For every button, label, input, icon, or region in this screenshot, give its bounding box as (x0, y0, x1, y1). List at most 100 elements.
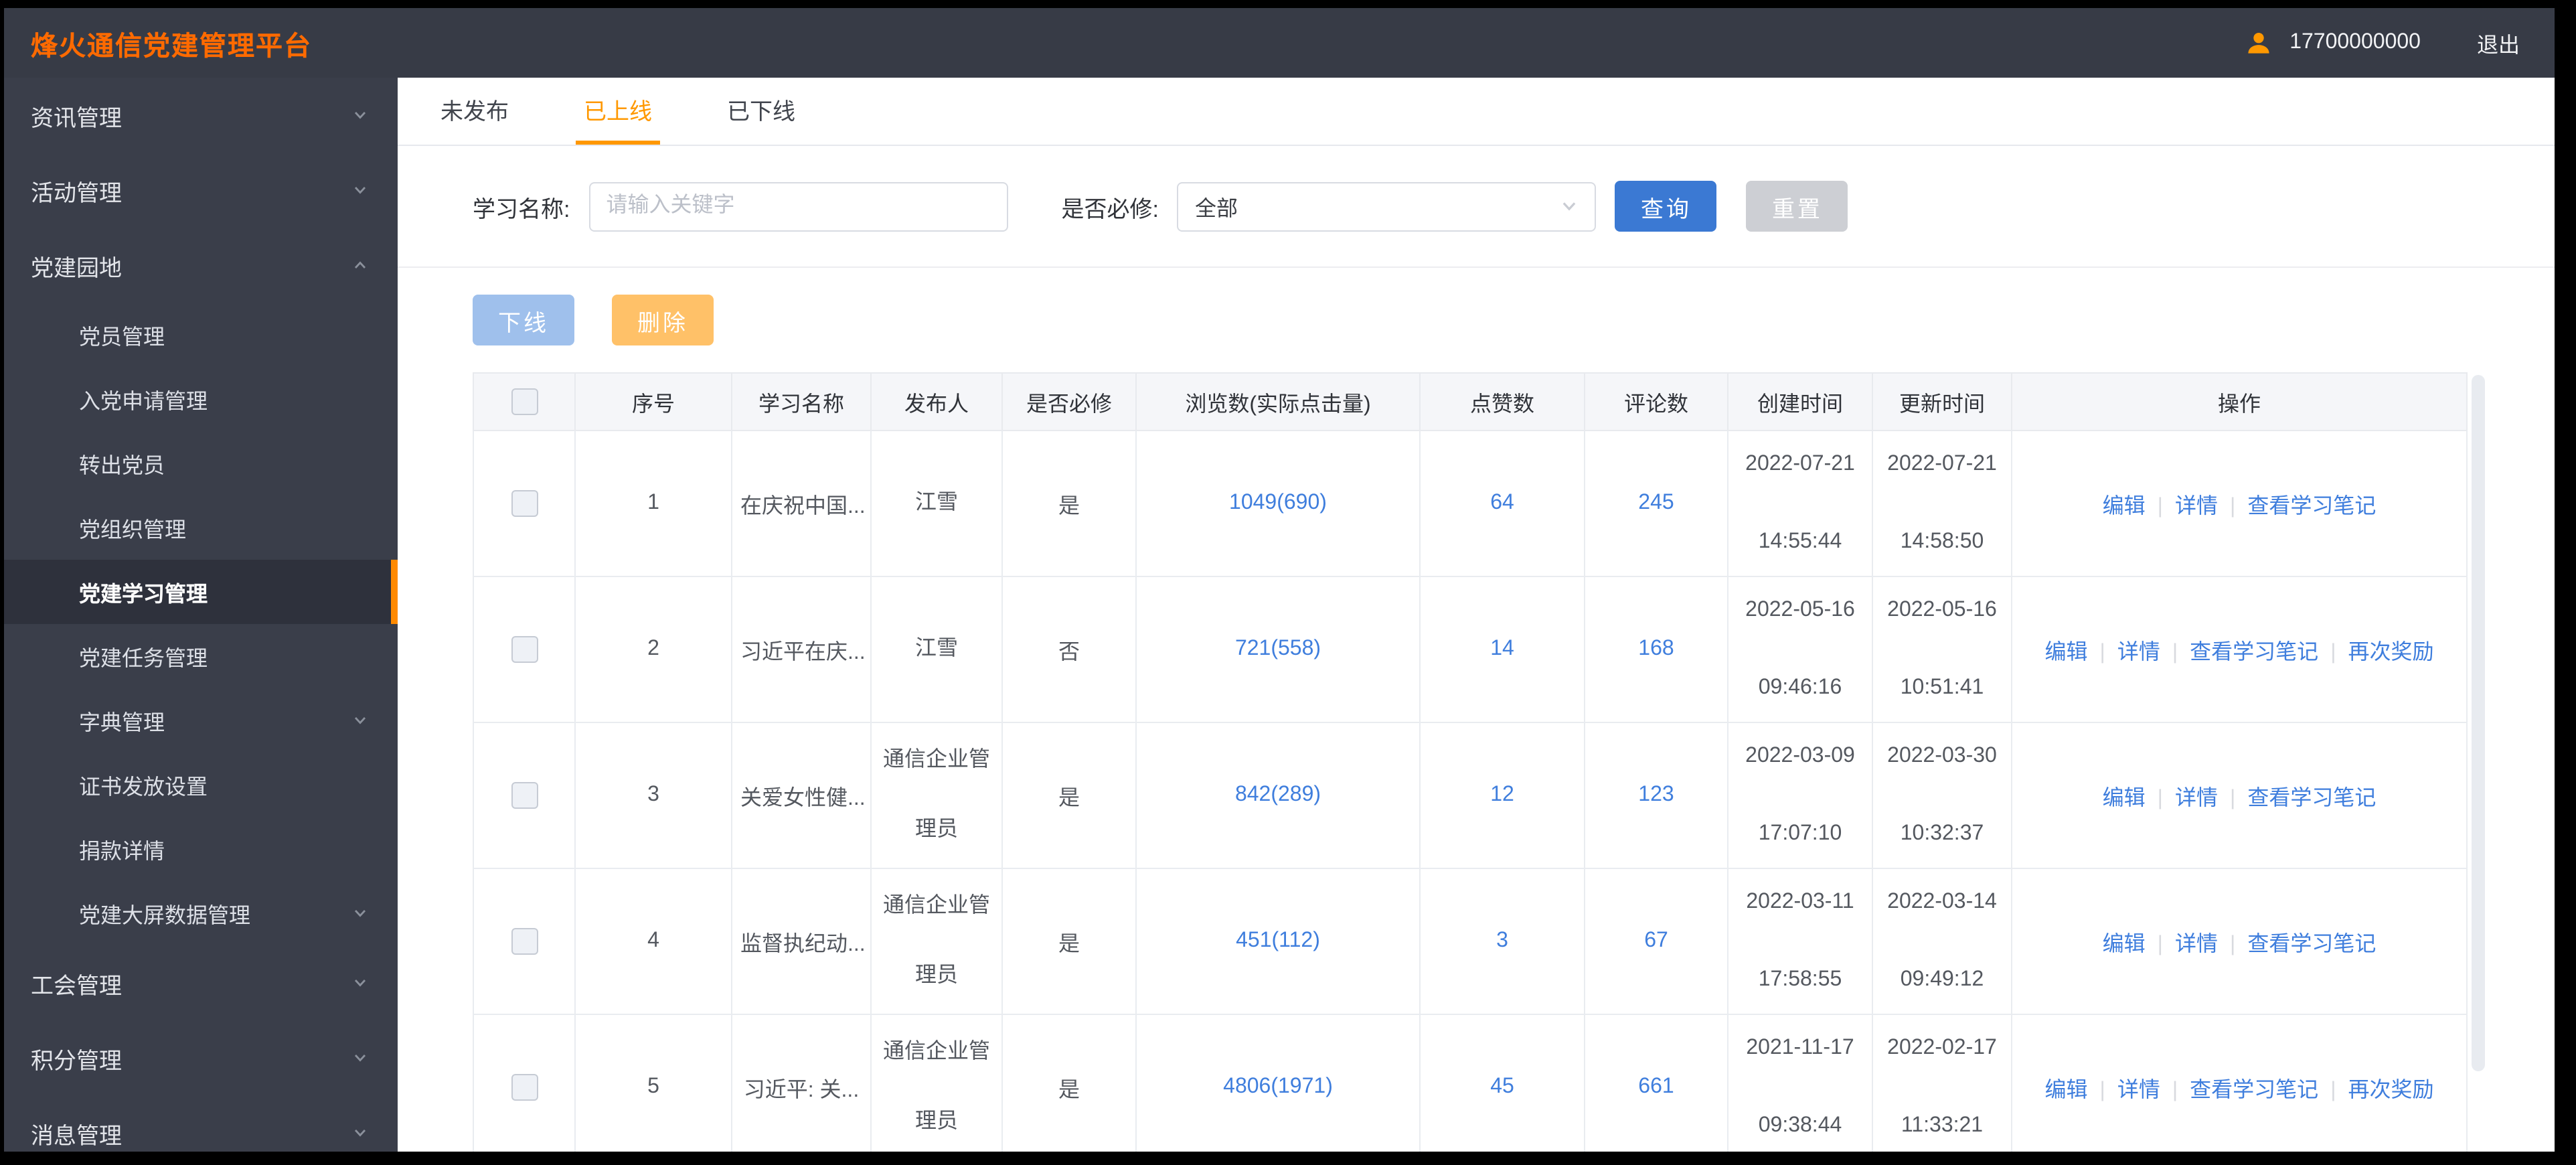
sidebar-item-6[interactable]: 党组织管理 (4, 495, 398, 560)
view-notes-link[interactable]: 查看学习笔记 (2190, 641, 2318, 664)
chevron-down-icon (352, 1125, 368, 1141)
required-flag: 是 (1001, 868, 1137, 1015)
table-row: 2 习近平在庆... 江雪否 721(558) 14 168 2022-05-16 09:46… (473, 576, 2468, 723)
tab-1[interactable]: 已上线 (576, 78, 660, 145)
comments-link[interactable]: 123 (1638, 783, 1674, 806)
likes-link[interactable]: 64 (1490, 491, 1514, 514)
sidebar-item-3[interactable]: 党员管理 (4, 303, 398, 367)
search-button[interactable]: 查询 (1615, 181, 1717, 232)
view-notes-link[interactable]: 查看学习笔记 (2247, 933, 2376, 956)
sidebar-item-8[interactable]: 党建任务管理 (4, 624, 398, 688)
sidebar-item-5[interactable]: 转出党员 (4, 431, 398, 495)
row-index: 1 (574, 430, 732, 577)
updated-time: 11:33:21 (1901, 1114, 1984, 1137)
sidebar-item-4[interactable]: 入党申请管理 (4, 367, 398, 431)
operations-cell: 编辑 | 详情 | 查看学习笔记 (2011, 430, 2468, 577)
reward-again-link[interactable]: 再次奖励 (2348, 1079, 2434, 1102)
edit-link[interactable]: 编辑 (2044, 641, 2087, 664)
comments-link[interactable]: 168 (1638, 637, 1674, 660)
views-link[interactable]: 4806(1971) (1223, 1075, 1333, 1098)
view-notes-link[interactable]: 查看学习笔记 (2247, 787, 2376, 810)
views-cell: 1049(690) (1135, 430, 1421, 577)
row-checkbox[interactable] (511, 782, 538, 809)
edit-link[interactable]: 编辑 (2103, 933, 2146, 956)
likes-link[interactable]: 3 (1496, 929, 1508, 952)
sidebar-item-0[interactable]: 资讯管理 (4, 78, 398, 153)
edit-link[interactable]: 编辑 (2044, 1079, 2087, 1102)
sidebar-item-7[interactable]: 党建学习管理 (4, 560, 398, 624)
likes-cell: 14 (1419, 576, 1585, 723)
updated-datetime: 2022-05-16 10:51:41 (1881, 599, 2003, 700)
row-checkbox[interactable] (511, 1074, 538, 1101)
details-link[interactable]: 详情 (2175, 787, 2218, 810)
views-link[interactable]: 451(112) (1236, 929, 1320, 952)
updated-date: 2022-03-14 (1887, 890, 1997, 913)
row-index: 3 (574, 722, 732, 869)
sidebar-item-label: 党员管理 (79, 327, 165, 350)
select-all-checkbox[interactable] (511, 388, 538, 415)
table-row: 5 习近平: 关... 通信企业管理员是 4806(1971) 45 661 2021-11… (473, 1014, 2468, 1152)
details-link[interactable]: 详情 (2175, 495, 2218, 518)
required-filter-select[interactable]: 全部 (1177, 181, 1597, 231)
chevron-up-icon (352, 257, 368, 273)
created-cell: 2022-03-11 17:58:55 (1727, 868, 1873, 1015)
views-cell: 842(289) (1135, 722, 1421, 869)
comments-link[interactable]: 67 (1644, 929, 1668, 952)
offline-button[interactable]: 下线 (473, 295, 574, 345)
logout-button[interactable]: 退出 (2477, 27, 2520, 59)
column-header: 评论数 (1584, 372, 1728, 431)
top-bar: 烽火通信党建管理平台 17700000000 退出 (4, 8, 2555, 78)
details-link[interactable]: 详情 (2175, 933, 2218, 956)
created-time: 17:07:10 (1758, 822, 1842, 845)
sidebar-item-label: 工会管理 (31, 973, 122, 998)
sidebar-item-13[interactable]: 工会管理 (4, 945, 398, 1020)
separator: | (2172, 641, 2178, 664)
tab-0[interactable]: 未发布 (432, 78, 517, 145)
sidebar-item-9[interactable]: 字典管理 (4, 688, 398, 753)
created-cell: 2022-05-16 09:46:16 (1727, 576, 1873, 723)
likes-cell: 12 (1419, 722, 1585, 869)
row-checkbox[interactable] (511, 928, 538, 955)
likes-link[interactable]: 12 (1490, 783, 1514, 806)
comments-link[interactable]: 245 (1638, 491, 1674, 514)
separator: | (2157, 495, 2163, 518)
details-link[interactable]: 详情 (2117, 641, 2160, 664)
sidebar-item-11[interactable]: 捐款详情 (4, 817, 398, 881)
sidebar-item-2[interactable]: 党建园地 (4, 228, 398, 303)
views-link[interactable]: 721(558) (1235, 637, 1321, 660)
tab-2[interactable]: 已下线 (719, 78, 803, 145)
comments-link[interactable]: 661 (1638, 1075, 1674, 1098)
table-header-row: 序号 学习名称 发布人 是否必修 浏览数(实际点击量) 点赞数 评论数 创建时间 更新时间 操作 (473, 372, 2468, 431)
sidebar-item-14[interactable]: 积分管理 (4, 1020, 398, 1095)
row-checkbox[interactable] (511, 490, 538, 517)
app-window: 烽火通信党建管理平台 17700000000 退出 资讯管理 活动管理 党建园地党员… (4, 8, 2555, 1152)
views-link[interactable]: 1049(690) (1229, 491, 1327, 514)
table-container: 序号 学习名称 发布人 是否必修 浏览数(实际点击量) 点赞数 评论数 创建时间 更新时间 操作 1… (473, 372, 2555, 1152)
separator: | (2330, 1079, 2336, 1102)
chevron-down-icon (352, 182, 368, 198)
edit-link[interactable]: 编辑 (2103, 787, 2146, 810)
likes-link[interactable]: 14 (1490, 637, 1514, 660)
details-link[interactable]: 详情 (2117, 1079, 2160, 1102)
view-notes-link[interactable]: 查看学习笔记 (2190, 1079, 2318, 1102)
app-title: 烽火通信党建管理平台 (31, 31, 312, 61)
reward-again-link[interactable]: 再次奖励 (2348, 641, 2434, 664)
sidebar-item-1[interactable]: 活动管理 (4, 153, 398, 228)
sidebar-item-15[interactable]: 消息管理 (4, 1095, 398, 1152)
table-scrollbar[interactable] (2472, 375, 2485, 1071)
sidebar-item-12[interactable]: 党建大屏数据管理 (4, 881, 398, 945)
edit-link[interactable]: 编辑 (2103, 495, 2146, 518)
views-link[interactable]: 842(289) (1235, 783, 1321, 806)
updated-cell: 2022-02-17 11:33:21 (1872, 1014, 2012, 1152)
likes-link[interactable]: 45 (1490, 1075, 1514, 1098)
comments-cell: 168 (1584, 576, 1728, 723)
row-checkbox[interactable] (511, 636, 538, 663)
reset-button[interactable]: 重置 (1746, 181, 1848, 232)
created-time: 09:46:16 (1758, 676, 1842, 699)
row-index: 4 (574, 868, 732, 1015)
comments-cell: 245 (1584, 430, 1728, 577)
view-notes-link[interactable]: 查看学习笔记 (2247, 495, 2376, 518)
sidebar-item-10[interactable]: 证书发放设置 (4, 753, 398, 817)
delete-button[interactable]: 删除 (612, 295, 714, 345)
name-filter-input[interactable] (588, 181, 1008, 231)
